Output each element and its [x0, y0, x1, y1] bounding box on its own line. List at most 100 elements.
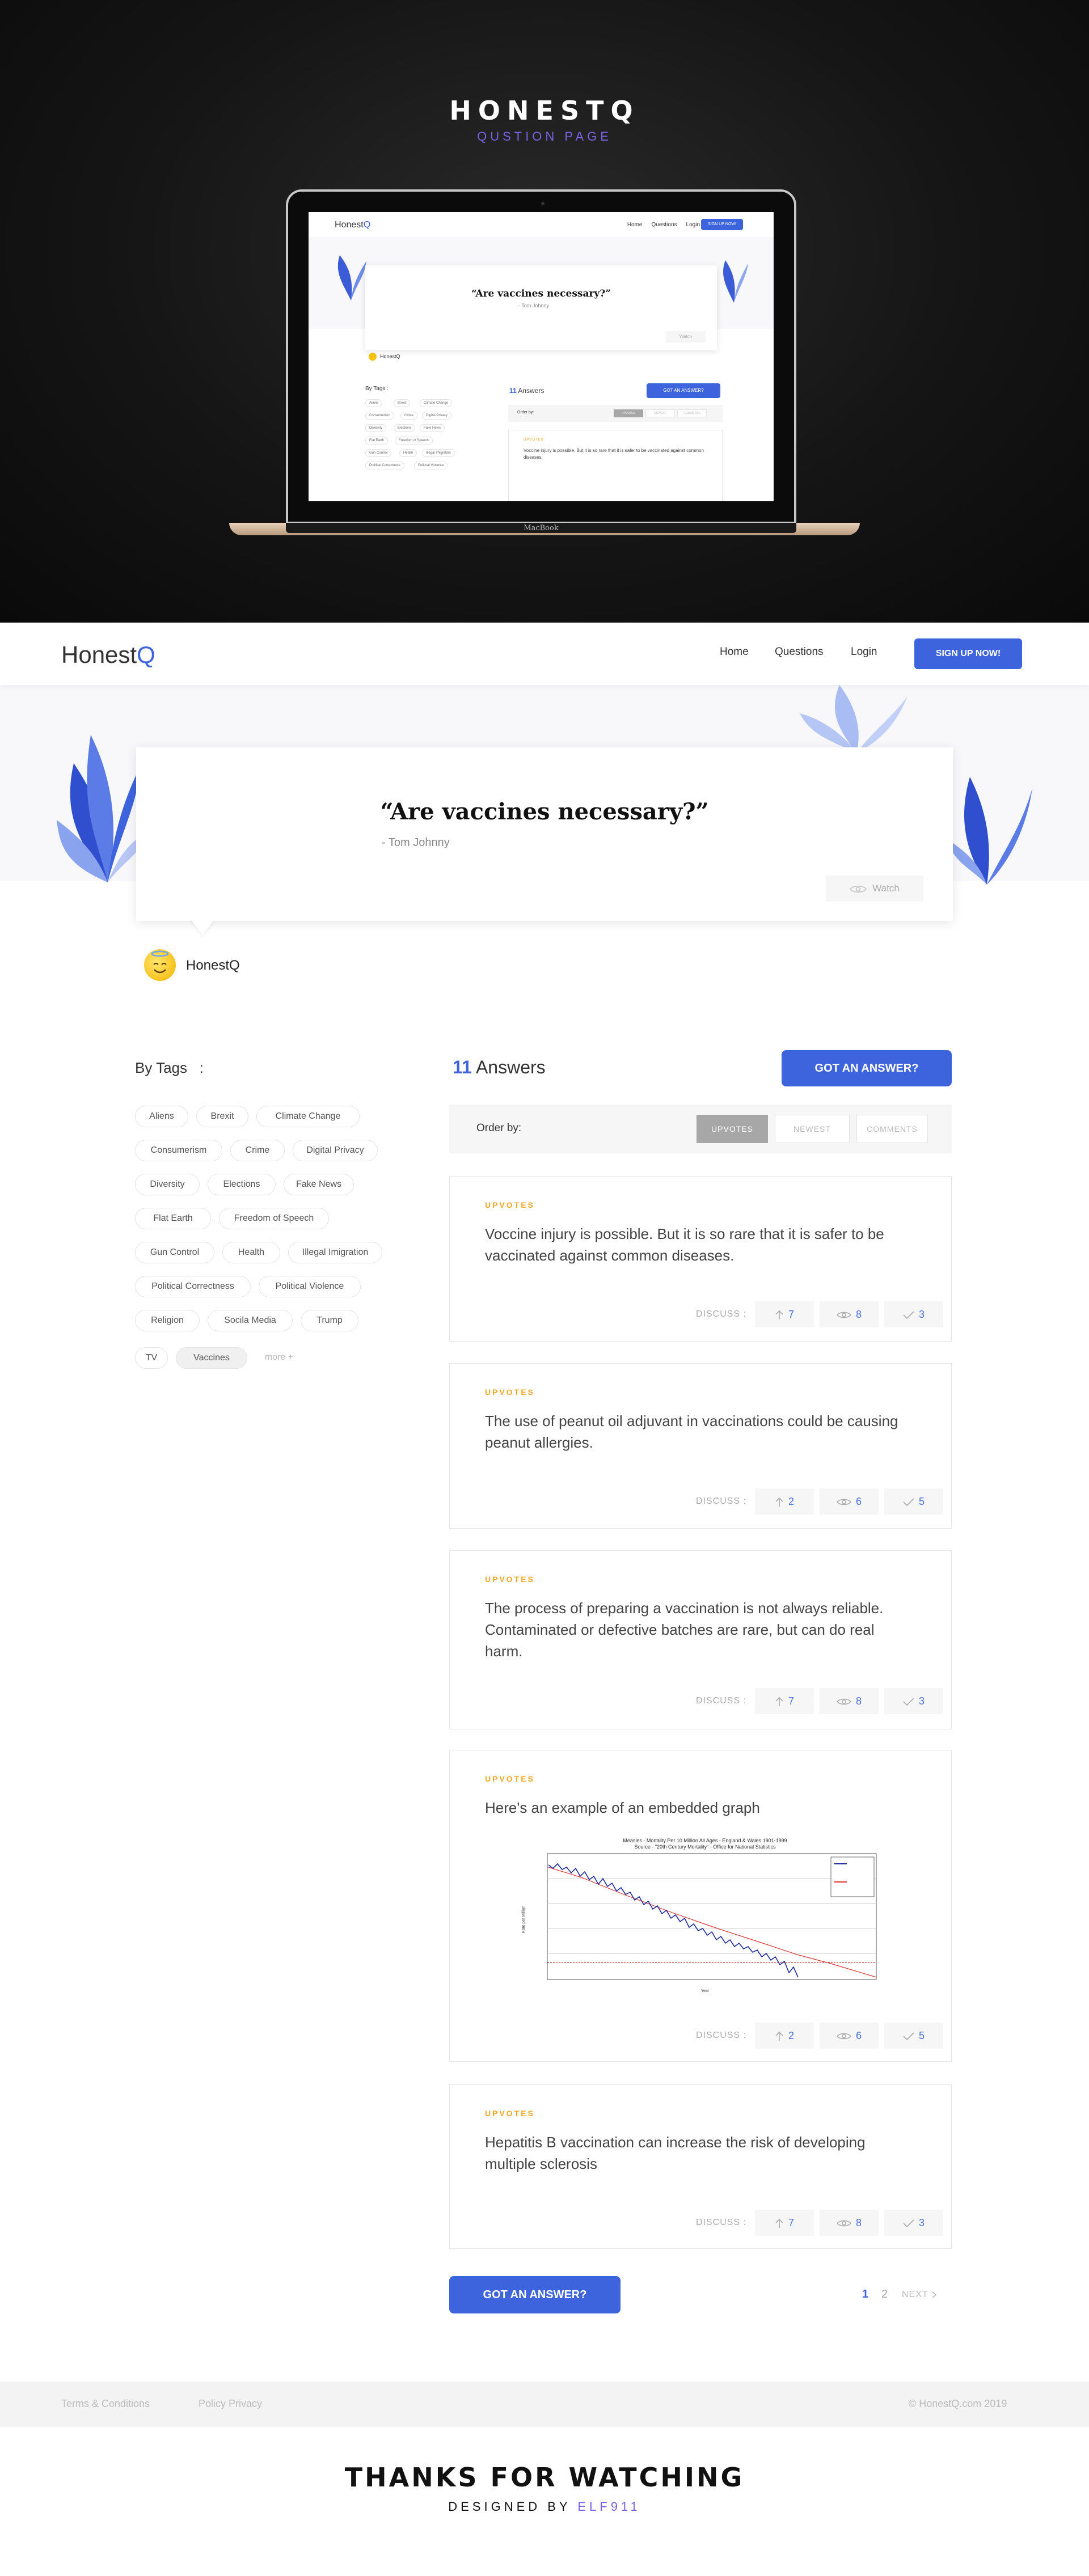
leaf-decoration-top-right-icon — [800, 685, 907, 753]
answer-text: The process of preparing a vaccination i… — [485, 1600, 884, 1660]
upvote-button[interactable]: 2 — [755, 1488, 814, 1515]
tag-tv[interactable]: TV — [135, 1347, 168, 1369]
tag-political-violence[interactable]: Political Violence — [259, 1276, 361, 1297]
speech-tail — [190, 919, 215, 936]
accept-count[interactable]: 3 — [884, 1301, 943, 1327]
tag-brexit[interactable]: Brexit — [196, 1106, 248, 1127]
tag-fake-news[interactable]: Fake News — [284, 1174, 354, 1195]
tag-gun-control[interactable]: Gun Control — [135, 1242, 214, 1263]
mini-tag: Flat Earth — [365, 437, 389, 445]
tag-political-correctness[interactable]: Political Correctness — [135, 1276, 251, 1297]
got-answer-bottom-button[interactable]: GOT AN ANSWER? — [449, 2276, 621, 2313]
upvote-button[interactable]: 7 — [755, 2210, 814, 2236]
mini-tag: Freedom of Speech — [395, 437, 433, 445]
signup-button[interactable]: SIGN UP NOW! — [914, 638, 1022, 669]
page-1-link[interactable]: 1 — [862, 2288, 868, 2301]
arrow-up-icon — [775, 1697, 783, 1707]
tag-illegal-imigration[interactable]: Illegal Imigration — [288, 1242, 382, 1263]
accept-count[interactable]: 5 — [884, 2023, 943, 2049]
order-label: Order by: — [476, 1122, 522, 1134]
views-count[interactable]: 8 — [820, 2210, 879, 2236]
mini-tag: Diversity — [365, 424, 387, 432]
discuss-label: DISCUSS : — [696, 1696, 747, 1706]
upvotes-label: UPVOTES — [485, 1575, 535, 1584]
checkmark-icon — [903, 1698, 914, 1706]
tag-vaccines[interactable]: Vaccines — [176, 1347, 247, 1369]
mini-navbar: HonestQ Home Questions Login SIGN UP NOW! — [309, 212, 774, 238]
views-count[interactable]: 6 — [820, 2023, 879, 2049]
views-count[interactable]: 8 — [820, 1301, 879, 1327]
tag-aliens[interactable]: Aliens — [135, 1106, 188, 1127]
nav-link-login[interactable]: Login — [851, 646, 877, 658]
eye-icon — [837, 2220, 851, 2227]
mini-leaf-icon — [723, 260, 748, 303]
mini-tag: Digital Privacy — [422, 412, 452, 420]
tag-health[interactable]: Health — [222, 1242, 280, 1263]
answer-card: UPVOTES The use of peanut oil adjuvant i… — [449, 1363, 952, 1529]
order-upvotes-button[interactable]: UPVOTES — [697, 1115, 768, 1143]
upvote-button[interactable]: 7 — [755, 1688, 814, 1714]
eye-icon — [837, 1312, 851, 1318]
views-count[interactable]: 6 — [820, 1488, 879, 1515]
order-comments-button[interactable]: COMMENTS — [856, 1115, 928, 1143]
mini-tag: Crime — [400, 412, 417, 420]
tag-freedom-of-speech[interactable]: Freedom of Speech — [219, 1208, 329, 1229]
tag-climate-change[interactable]: Climate Change — [256, 1106, 360, 1127]
upvotes-label: UPVOTES — [485, 2109, 535, 2118]
tag-consumerism[interactable]: Consumerism — [135, 1140, 222, 1161]
laptop-mockup: HonestQ Home Questions Login SIGN UP NOW! … — [286, 189, 796, 524]
discuss-label: DISCUSS : — [696, 1309, 747, 1319]
graph-source: Source - "20th Century Mortality" - Offi… — [634, 1844, 776, 1850]
graph-title: Measles - Mortality Per 10 Million All A… — [623, 1838, 787, 1843]
footer: Terms & Conditions Policy Privacy © Hone… — [0, 2382, 1089, 2427]
got-answer-button[interactable]: GOT AN ANSWER? — [782, 1050, 952, 1086]
tags-more-link[interactable]: more + — [255, 1347, 303, 1369]
mini-poster: HonestQ — [369, 353, 400, 361]
accept-count[interactable]: 3 — [884, 2210, 943, 2236]
tag-trump[interactable]: Trump — [301, 1310, 358, 1331]
nav-link-questions[interactable]: Questions — [775, 646, 824, 658]
chevron-right-icon — [932, 2291, 937, 2298]
tag-digital-privacy[interactable]: Digital Privacy — [293, 1140, 378, 1161]
mini-tag: Climate Change — [420, 399, 453, 407]
question-title: “Are vaccines necessary?” — [380, 798, 709, 825]
views-count[interactable]: 8 — [820, 1688, 879, 1714]
watch-button[interactable]: Watch — [826, 875, 923, 902]
nav-link-home[interactable]: Home — [720, 646, 749, 658]
eye-icon — [837, 2033, 851, 2040]
mini-tags-title: By Tags : — [365, 386, 389, 392]
next-page-link[interactable]: NEXT — [902, 2290, 937, 2300]
privacy-link[interactable]: Policy Privacy — [199, 2398, 262, 2410]
camera-dot — [541, 202, 544, 205]
answer-card: UPVOTES Here's an example of an embedded… — [449, 1750, 952, 2062]
avatar[interactable] — [144, 949, 176, 981]
tag-socila-media[interactable]: Socila Media — [208, 1310, 293, 1331]
tag-flat-earth[interactable]: Flat Earth — [135, 1208, 211, 1229]
question-card: “Are vaccines necessary?” - Tom Johnny W… — [136, 747, 953, 921]
upvote-button[interactable]: 2 — [755, 2023, 814, 2049]
tag-diversity[interactable]: Diversity — [135, 1174, 200, 1195]
hero-title: HONESTQ — [449, 95, 640, 126]
mini-tag: Elections — [394, 424, 416, 432]
tag-religion[interactable]: Religion — [135, 1310, 200, 1331]
answer-text: Voccine injury is possible. But it is so… — [485, 1225, 884, 1264]
tag-elections[interactable]: Elections — [208, 1174, 276, 1195]
checkmark-icon — [903, 2219, 914, 2228]
mini-answer-count: 11 Answers — [509, 387, 544, 395]
upvotes-label: UPVOTES — [485, 1774, 535, 1783]
answer-card: UPVOTES The process of preparing a vacci… — [449, 1550, 952, 1729]
mini-tag: Brexit — [394, 399, 411, 407]
arrow-up-icon — [775, 2219, 783, 2228]
accept-count[interactable]: 3 — [884, 1688, 943, 1714]
site-logo[interactable]: HonestQ — [61, 641, 155, 669]
upvote-button[interactable]: 7 — [755, 1301, 814, 1327]
order-newest-button[interactable]: NEWEST — [775, 1115, 850, 1143]
accept-count[interactable]: 5 — [884, 1488, 943, 1515]
tag-crime[interactable]: Crime — [230, 1140, 285, 1161]
mini-watch-button: Watch — [666, 331, 706, 342]
embedded-graph: Measles - Mortality Per 10 Million All A… — [513, 1838, 897, 1998]
svg-text:Year: Year — [701, 1989, 710, 1993]
page-2-link[interactable]: 2 — [881, 2288, 888, 2301]
terms-link[interactable]: Terms & Conditions — [61, 2398, 150, 2410]
answer-text: Hepatitis B vaccination can increase the… — [485, 2134, 866, 2172]
